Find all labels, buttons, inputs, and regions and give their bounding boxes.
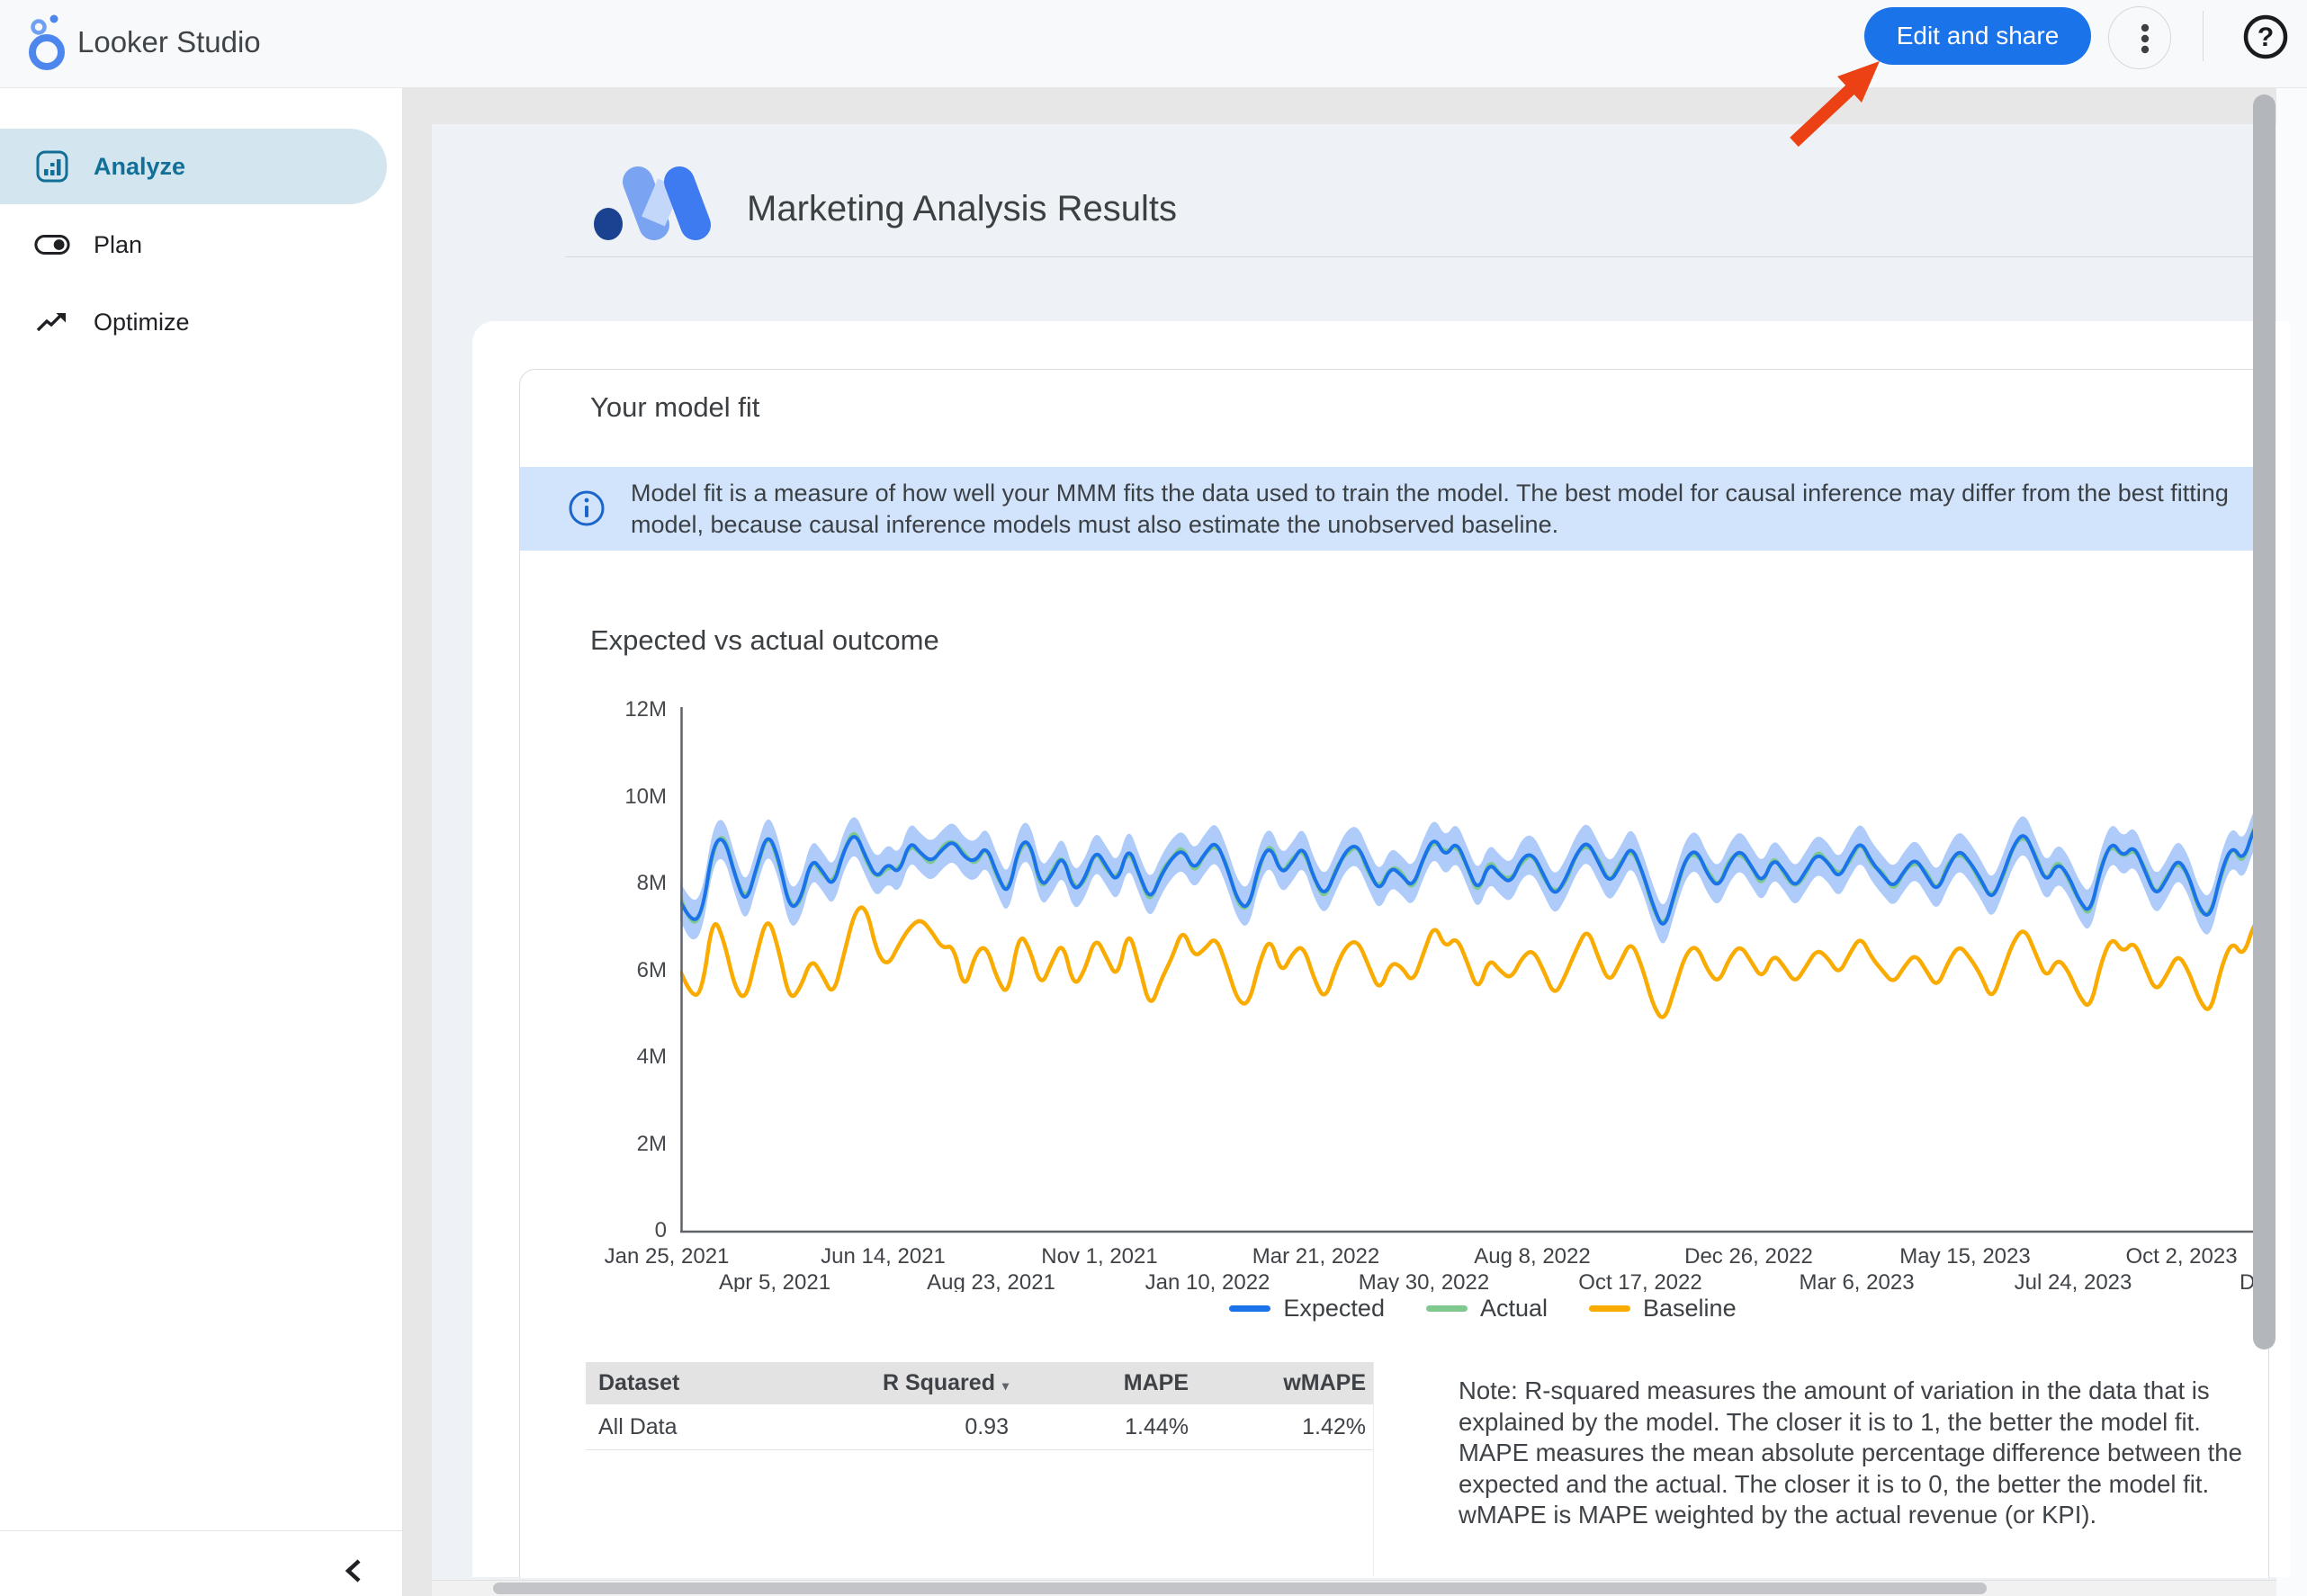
info-banner: Model fit is a measure of how well your … <box>520 467 2268 551</box>
top-app-bar: Looker Studio Edit and share ? <box>0 0 2307 88</box>
info-banner-text: Model fit is a measure of how well your … <box>631 478 2259 541</box>
sidebar-item-optimize[interactable]: Optimize <box>0 284 387 360</box>
info-icon <box>567 489 606 528</box>
legend-label: Baseline <box>1643 1295 1737 1323</box>
legend-swatch <box>1229 1305 1270 1312</box>
expected-vs-actual-chart: 12M 10M 8M 6M 4M 2M 0 Jan 25, 2021 Jun 14, 2021… <box>577 694 2268 1292</box>
cell-mape: 1.44% <box>1009 1414 1189 1440</box>
column-header-dataset[interactable]: Dataset <box>586 1370 814 1396</box>
sidebar-divider <box>0 1530 402 1531</box>
y-tick-label: 12M <box>577 697 667 722</box>
sidebar-item-plan[interactable]: Plan <box>0 207 387 282</box>
sidebar-item-label: Analyze <box>94 153 185 181</box>
cell-wmape: 1.42% <box>1189 1414 1373 1440</box>
x-tick-label: Apr 5, 2021 <box>719 1270 830 1292</box>
legend-swatch <box>1426 1305 1468 1312</box>
x-tick-label: Jan 25, 2021 <box>605 1244 730 1269</box>
horizontal-scrollbar-thumb[interactable] <box>493 1583 1987 1594</box>
note-text: Note: R-squared measures the amount of v… <box>1459 1376 2259 1531</box>
card-title: Your model fit <box>590 391 759 424</box>
x-tick-label: Aug 23, 2021 <box>927 1270 1055 1292</box>
line-chart-plot <box>680 707 2268 1234</box>
x-tick-label: Nov 1, 2021 <box>1041 1244 1157 1269</box>
y-tick-label: 8M <box>577 871 667 896</box>
table-row: All Data 0.93 1.44% 1.42% <box>586 1404 1373 1450</box>
app-title: Looker Studio <box>77 25 261 59</box>
x-tick-label: Mar 21, 2022 <box>1252 1244 1379 1269</box>
chart-section-title: Expected vs actual outcome <box>590 624 939 657</box>
y-tick-label: 4M <box>577 1045 667 1070</box>
chevron-left-icon <box>338 1555 371 1587</box>
looker-studio-logo-icon <box>18 13 74 72</box>
sidebar-item-label: Plan <box>94 231 142 259</box>
trending-up-icon <box>34 309 70 335</box>
y-tick-label: 10M <box>577 785 667 810</box>
report-title: Marketing Analysis Results <box>747 189 1177 229</box>
legend-item-expected: Expected <box>1229 1295 1385 1323</box>
column-header-r-squared[interactable]: R Squared▾ <box>814 1370 1009 1396</box>
column-header-wmape[interactable]: wMAPE <box>1189 1370 1373 1396</box>
collapse-sidebar-button[interactable] <box>331 1548 378 1595</box>
x-tick-label: Jan 10, 2022 <box>1145 1270 1270 1292</box>
horizontal-scrollbar-track[interactable] <box>432 1580 2276 1596</box>
svg-text:?: ? <box>2258 22 2274 52</box>
legend-item-actual: Actual <box>1426 1295 1548 1323</box>
legend-swatch <box>1589 1305 1630 1312</box>
x-tick-label: Dec 26, 2022 <box>1684 1244 1813 1269</box>
column-header-mape[interactable]: MAPE <box>1009 1370 1189 1396</box>
sort-descending-icon: ▾ <box>1002 1378 1009 1393</box>
x-tick-label: Mar 6, 2023 <box>1799 1270 1914 1292</box>
help-icon: ? <box>2240 12 2291 62</box>
model-fit-table: Dataset R Squared▾ MAPE wMAPE All Data 0… <box>586 1362 1374 1576</box>
edit-and-share-button[interactable]: Edit and share <box>1864 7 2091 65</box>
more-menu-icon <box>2114 8 2176 69</box>
table-empty-body <box>586 1450 1373 1576</box>
cell-dataset: All Data <box>586 1414 814 1440</box>
y-tick-label: 6M <box>577 958 667 983</box>
help-button[interactable]: ? <box>2235 11 2285 61</box>
vertical-scrollbar-thumb[interactable] <box>2253 94 2276 1349</box>
bar-chart-icon <box>34 148 70 184</box>
x-tick-label: Oct 17, 2022 <box>1578 1270 1701 1292</box>
sidebar-item-label: Optimize <box>94 309 190 336</box>
app-window: Looker Studio Edit and share ? <box>0 0 2307 1596</box>
sidebar-item-analyze[interactable]: Analyze <box>0 129 387 204</box>
table-header-row: Dataset R Squared▾ MAPE wMAPE <box>586 1362 1373 1404</box>
legend-item-baseline: Baseline <box>1589 1295 1737 1323</box>
y-tick-label: 0 <box>577 1218 667 1243</box>
chart-legend: Expected Actual Baseline <box>808 1295 2158 1323</box>
legend-label: Actual <box>1480 1295 1548 1323</box>
x-tick-label: Aug 8, 2022 <box>1474 1244 1590 1269</box>
legend-label: Expected <box>1283 1295 1385 1323</box>
meridian-logo <box>587 162 722 243</box>
x-tick-label: May 30, 2022 <box>1359 1270 1489 1292</box>
toggle-icon <box>34 232 70 257</box>
title-divider <box>565 256 2266 257</box>
model-fit-card: Your model fit Model fit is a measure of… <box>519 369 2269 1578</box>
more-menu-button[interactable] <box>2108 6 2171 69</box>
y-tick-label: 2M <box>577 1132 667 1157</box>
x-tick-label: Jun 14, 2021 <box>821 1244 946 1269</box>
header-divider <box>2203 11 2204 61</box>
x-tick-label: May 15, 2023 <box>1899 1244 2030 1269</box>
x-tick-label: Oct 2, 2023 <box>2125 1244 2237 1269</box>
left-nav-sidebar: Analyze Plan Optimize <box>0 87 403 1596</box>
cell-r-squared: 0.93 <box>814 1414 1009 1440</box>
x-tick-label: Jul 24, 2023 <box>2015 1270 2132 1292</box>
